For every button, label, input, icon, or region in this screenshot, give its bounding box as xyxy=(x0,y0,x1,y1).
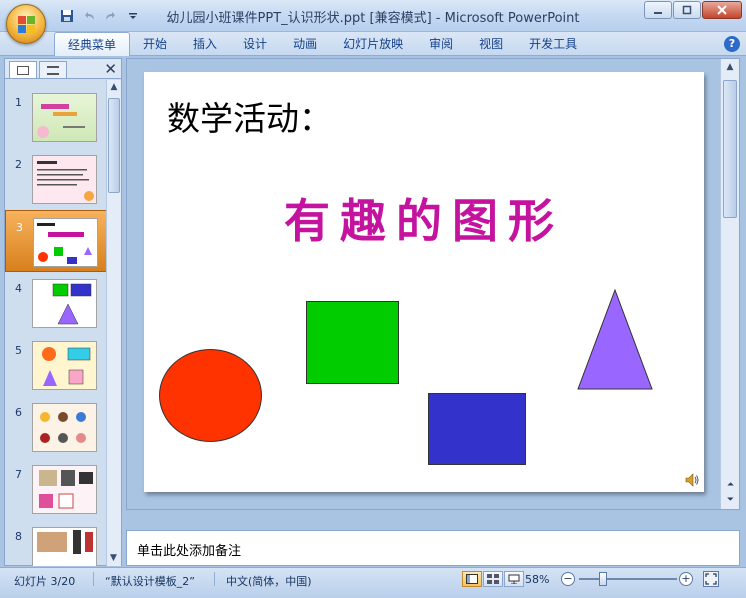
slide-title[interactable]: 数学活动： xyxy=(167,92,332,140)
scroll-down-icon[interactable]: ▼ xyxy=(107,551,120,566)
thumbnail-number: 8 xyxy=(15,530,22,543)
zoom-slider-thumb[interactable] xyxy=(599,572,607,586)
maximize-icon[interactable] xyxy=(673,1,701,19)
next-slide-icon[interactable]: ⏷ xyxy=(723,494,738,507)
thumbnail-preview xyxy=(32,279,97,328)
purple-triangle-shape[interactable] xyxy=(577,289,653,390)
title-bar: 幼儿园小班课件PPT_认识形状.ppt [兼容模式] - Microsoft P… xyxy=(0,0,746,44)
green-square-shape[interactable] xyxy=(306,301,399,384)
notes-pane[interactable]: 单击此处添加备注 xyxy=(126,530,740,566)
thumbnail-scrollbar[interactable]: ▲ ▼ xyxy=(106,80,121,566)
tab-insert[interactable]: 插入 xyxy=(180,32,230,56)
thumbnail-preview xyxy=(32,93,97,142)
tab-outline[interactable] xyxy=(39,61,67,78)
notes-placeholder: 单击此处添加备注 xyxy=(137,544,242,559)
thumbnail-preview xyxy=(33,218,98,267)
minimize-icon[interactable] xyxy=(644,1,672,19)
slide-thumbnail-8[interactable]: 8 xyxy=(5,520,107,566)
office-logo-icon xyxy=(18,16,36,34)
scroll-up-icon[interactable]: ▲ xyxy=(107,80,121,95)
office-button[interactable] xyxy=(6,4,46,44)
tab-slideshow[interactable]: 幻灯片放映 xyxy=(330,32,416,56)
window-title: 幼儿园小班课件PPT_认识形状.ppt [兼容模式] - Microsoft P… xyxy=(166,11,580,26)
zoom-slider-track[interactable] xyxy=(579,578,677,580)
thumbnail-list: 1 2 3 4 5 6 7 8 xyxy=(5,80,107,566)
tab-view[interactable]: 视图 xyxy=(466,32,516,56)
slide-sorter-icon[interactable] xyxy=(483,571,503,587)
normal-view-icon[interactable] xyxy=(462,571,482,587)
tab-home[interactable]: 开始 xyxy=(130,32,180,56)
thumbnail-number: 3 xyxy=(16,221,23,234)
panel-close-icon[interactable]: ✕ xyxy=(104,60,117,78)
view-buttons xyxy=(462,571,525,587)
notes-splitter[interactable] xyxy=(126,511,740,529)
close-icon[interactable] xyxy=(702,1,742,19)
thumbnail-number: 7 xyxy=(15,468,22,481)
scroll-thumb[interactable] xyxy=(108,98,120,193)
slide-counter: 幻灯片 3/20 xyxy=(14,575,76,588)
tab-slides[interactable] xyxy=(9,61,37,78)
scroll-up-icon[interactable]: ▲ xyxy=(721,59,739,75)
blue-rectangle-shape[interactable] xyxy=(428,393,526,465)
theme-name[interactable]: “默认设计模板_2” xyxy=(105,573,195,589)
zoom-out-icon[interactable]: − xyxy=(561,572,575,586)
current-slide[interactable]: 数学活动： 有趣的图形 xyxy=(144,72,704,492)
thumbnail-preview xyxy=(32,403,97,452)
slide-thumbnail-5[interactable]: 5 xyxy=(5,334,107,396)
outline-tab-icon xyxy=(47,65,59,75)
zoom-level[interactable]: 58% xyxy=(525,573,549,586)
tab-design[interactable]: 设计 xyxy=(230,32,280,56)
scroll-thumb[interactable] xyxy=(723,80,737,218)
zoom-in-icon[interactable]: + xyxy=(679,572,693,586)
thumbnail-preview xyxy=(32,465,97,514)
slide-thumbnail-2[interactable]: 2 xyxy=(5,148,107,210)
slide-thumbnail-4[interactable]: 4 xyxy=(5,272,107,334)
thumbnail-number: 2 xyxy=(15,158,22,171)
red-circle-shape[interactable] xyxy=(159,349,262,442)
slide-thumbnail-1[interactable]: 1 xyxy=(5,86,107,148)
slide-thumbnail-3[interactable]: 3 xyxy=(5,210,107,272)
window-controls xyxy=(644,1,742,19)
tab-developer[interactable]: 开发工具 xyxy=(516,32,590,56)
tab-review[interactable]: 审阅 xyxy=(416,32,466,56)
thumbnail-preview xyxy=(32,527,97,566)
status-separator xyxy=(214,572,215,586)
ribbon: 经典菜单 开始 插入 设计 动画 幻灯片放映 审阅 视图 开发工具 ? xyxy=(0,32,746,56)
tab-animation[interactable]: 动画 xyxy=(280,32,330,56)
slides-tab-icon xyxy=(17,65,29,75)
status-separator xyxy=(93,572,94,586)
status-bar: 幻灯片 3/20 “默认设计模板_2” 中文(简体，中国) 58% − + xyxy=(0,567,746,598)
thumbnail-number: 4 xyxy=(15,282,22,295)
panel-tabs: ✕ xyxy=(5,59,121,79)
thumbnail-number: 6 xyxy=(15,406,22,419)
ribbon-tabs: 经典菜单 开始 插入 设计 动画 幻灯片放映 审阅 视图 开发工具 xyxy=(54,32,590,56)
slideshow-view-icon[interactable] xyxy=(504,571,524,587)
tab-classic-menu[interactable]: 经典菜单 xyxy=(54,32,131,56)
slide-subtitle[interactable]: 有趣的图形 xyxy=(144,185,704,251)
thumbnail-number: 5 xyxy=(15,344,22,357)
previous-slide-icon[interactable]: ⏶ xyxy=(723,479,738,492)
slide-thumbnail-7[interactable]: 7 xyxy=(5,458,107,520)
slide-scrollbar[interactable]: ▲ ⏶ ⏷ xyxy=(720,59,739,509)
thumbnail-number: 1 xyxy=(15,96,22,109)
fit-to-window-icon[interactable] xyxy=(703,571,719,587)
thumbnail-preview xyxy=(32,341,97,390)
slides-panel: ✕ 1 2 3 4 5 6 7 8 ▲ ▼ xyxy=(4,58,122,566)
language-indicator[interactable]: 中文(简体，中国) xyxy=(226,573,312,589)
slide-thumbnail-6[interactable]: 6 xyxy=(5,396,107,458)
speaker-icon[interactable] xyxy=(684,472,700,488)
thumbnail-preview xyxy=(32,155,97,204)
help-icon[interactable]: ? xyxy=(724,36,740,52)
